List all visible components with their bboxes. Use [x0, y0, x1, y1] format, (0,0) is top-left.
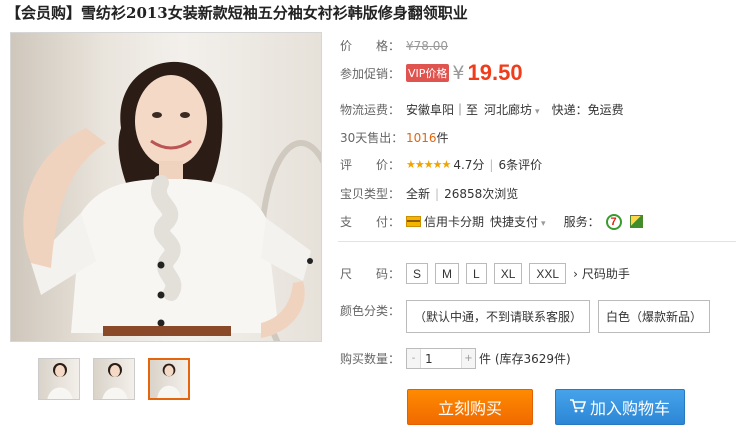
stock-text: 件 (库存3629件): [479, 352, 571, 366]
sales-label: 30天售出：: [340, 131, 404, 145]
rating-label: 评 价：: [340, 158, 401, 172]
buy-now-button[interactable]: 立刻购买: [407, 389, 533, 425]
sales-row: 30天售出： 1016 件: [340, 129, 449, 146]
separator: |: [435, 186, 440, 201]
original-price: ¥78.00: [406, 38, 448, 53]
increment-button[interactable]: +: [462, 349, 475, 368]
item-condition: 全新: [406, 187, 431, 201]
thumbnail-strip: [38, 358, 190, 400]
chevron-down-icon: ▾: [535, 107, 540, 117]
promo-price: 19.50: [467, 60, 523, 85]
payment-label: 支 付：: [340, 215, 401, 229]
thumbnail-1[interactable]: [38, 358, 80, 400]
vip-badge: VIP价格: [406, 64, 450, 82]
chevron-right-icon: ›: [573, 267, 578, 281]
shipping-label: 物流运费：: [340, 103, 401, 117]
size-guide-link[interactable]: › 尺码助手: [573, 265, 630, 282]
product-photo: [23, 61, 321, 341]
installment-option[interactable]: 信用卡分期: [424, 213, 484, 230]
sales-unit: 件: [436, 131, 449, 145]
separator: |: [489, 157, 494, 172]
thumbnail-2[interactable]: [93, 358, 135, 400]
promo-label: 参加促销：: [340, 66, 401, 81]
thumbnail-3[interactable]: [148, 358, 190, 400]
main-product-image[interactable]: [10, 32, 322, 342]
seven-day-return-icon[interactable]: 7: [605, 213, 622, 230]
quick-pay-option[interactable]: 快捷支付 ▾: [490, 213, 546, 230]
color-option-default[interactable]: （默认中通，不到请联系客服）: [406, 300, 591, 333]
rating-score: 4.7分: [453, 158, 485, 172]
shipping-destination-select[interactable]: 河北廊坊 ▾: [484, 101, 540, 118]
quantity-stepper: - +: [406, 348, 476, 369]
color-option-white[interactable]: 白色（爆款新品）: [598, 300, 711, 333]
size-option-m[interactable]: M: [435, 263, 460, 284]
divider: [338, 241, 736, 242]
currency-symbol: ¥: [452, 62, 465, 84]
service-label: 服务：: [563, 215, 600, 229]
product-title: 【会员购】雪纺衫2013女装新款短袖五分袖女衬衫韩版修身翻领职业: [6, 4, 468, 22]
cart-icon: [569, 398, 587, 417]
view-count: 26858次浏览: [444, 187, 519, 201]
shipping-route: 安徽阜阳｜至: [406, 103, 479, 117]
add-to-cart-button[interactable]: 加入购物车: [555, 389, 685, 425]
size-guide-text: 尺码助手: [581, 267, 630, 281]
add-to-cart-label: 加入购物车: [589, 399, 670, 418]
quick-pay-text: 快捷支付: [490, 215, 539, 229]
quantity-label: 购买数量：: [340, 352, 401, 366]
shipping-row: 物流运费： 安徽阜阳｜至 河北廊坊 ▾ 快递：免运费: [340, 101, 624, 118]
item-type-row: 宝贝类型： 全新 | 26858次浏览: [340, 185, 518, 202]
delivery-fee: 快递：免运费: [551, 103, 624, 117]
price-label: 价 格：: [340, 39, 401, 53]
destination-text: 河北廊坊: [484, 103, 533, 117]
sales-count: 1016: [406, 130, 437, 145]
size-option-l[interactable]: L: [466, 263, 487, 284]
color-row: 颜色分类： （默认中通，不到请联系客服） 白色（爆款新品）: [340, 300, 718, 333]
chevron-down-icon: ▾: [541, 219, 546, 229]
credit-card-icon: [406, 216, 421, 227]
size-option-xxl[interactable]: XXL: [529, 263, 567, 284]
review-count-link[interactable]: 6条评价: [498, 156, 542, 173]
quantity-row: 购买数量： - + 件 (库存3629件): [340, 348, 571, 369]
buy-now-label: 立刻购买: [437, 399, 502, 418]
decrement-button[interactable]: -: [407, 349, 420, 368]
color-label: 颜色分类：: [340, 304, 401, 318]
payment-row: 支 付： 信用卡分期 快捷支付 ▾ 服务： 7: [340, 213, 643, 230]
size-option-xl[interactable]: XL: [493, 263, 523, 284]
promo-price-row: 参加促销： VIP价格 ¥ 19.50: [340, 60, 523, 86]
size-label: 尺 码：: [340, 267, 401, 281]
guarantee-icon[interactable]: [629, 215, 643, 228]
rating-row: 评 价： ★★★★★ 4.7分 | 6条评价: [340, 156, 542, 173]
rating-stars-icon: ★★★★★: [406, 158, 451, 171]
item-type-label: 宝贝类型：: [340, 187, 401, 201]
quantity-input[interactable]: [420, 349, 462, 368]
size-row: 尺 码： S M L XL XXL › 尺码助手: [340, 263, 630, 284]
original-price-row: 价 格： ¥78.00: [340, 37, 448, 54]
size-option-s[interactable]: S: [406, 263, 429, 284]
